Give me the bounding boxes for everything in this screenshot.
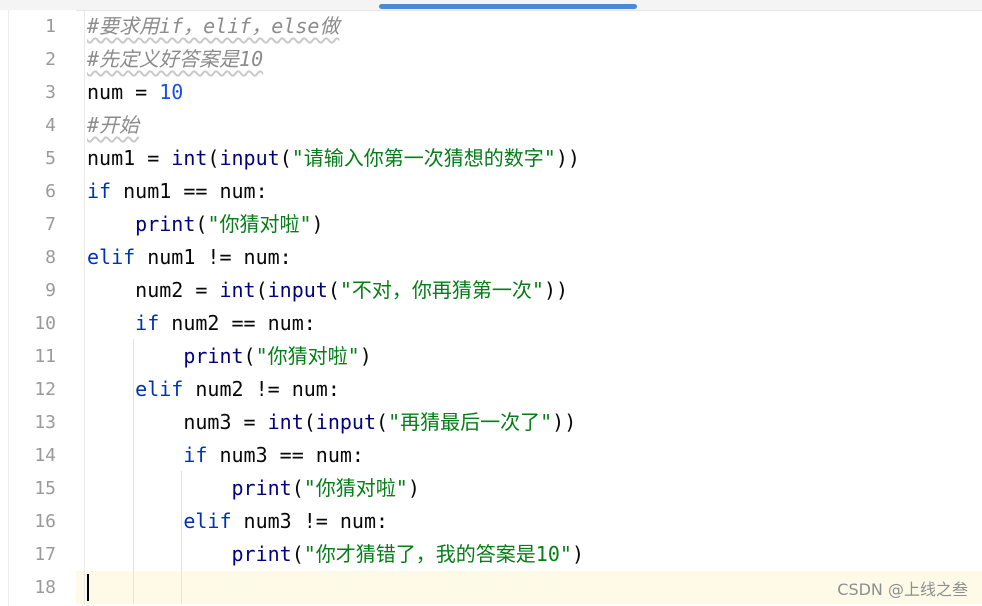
- code-line[interactable]: #要求用if，elif，else做: [87, 10, 339, 43]
- code-token: input: [315, 410, 377, 434]
- code-token: elif: [135, 377, 184, 401]
- text-caret: [87, 574, 89, 601]
- code-token: int: [171, 146, 208, 170]
- code-token: ): [407, 476, 420, 500]
- code-token: )): [552, 410, 577, 434]
- code-token: ): [359, 344, 372, 368]
- code-token: "你猜对啦": [255, 344, 360, 368]
- code-token: elif: [183, 509, 232, 533]
- code-token: print: [135, 212, 196, 236]
- code-token: if: [87, 179, 112, 203]
- code-token: )): [543, 278, 569, 302]
- code-token: "你猜对啦": [207, 212, 312, 236]
- code-line[interactable]: elif num3 != num:: [87, 505, 388, 538]
- code-token: #要求用if，elif，else做: [87, 14, 340, 38]
- code-token: #开始: [87, 113, 140, 137]
- code-token: "你才猜错了，我的答案是10": [303, 542, 572, 566]
- code-token: num1 != num:: [135, 245, 292, 269]
- code-line[interactable]: #先定义好答案是10: [87, 43, 263, 76]
- code-line[interactable]: print("你猜对啦"): [87, 208, 324, 241]
- code-token: #先定义好答案是10: [87, 47, 264, 71]
- code-token: num1 =: [87, 146, 172, 170]
- code-token: (: [303, 410, 316, 434]
- code-token: num3 == num:: [207, 443, 364, 467]
- gutter-border: [8, 10, 9, 606]
- code-token: 10: [159, 80, 184, 104]
- code-line[interactable]: num1 = int(input("请输入你第一次猜想的数字")): [87, 142, 580, 175]
- code-token: num3 != num:: [231, 509, 389, 533]
- code-token: num2 == num:: [159, 311, 316, 335]
- code-token: num2 != num:: [183, 377, 340, 401]
- code-token: int: [219, 278, 256, 302]
- code-token: "请输入你第一次猜想的数字": [291, 146, 556, 170]
- watermark: CSDN @上线之叁: [837, 580, 968, 599]
- code-token: (: [243, 344, 256, 368]
- code-line[interactable]: elif num1 != num:: [87, 241, 292, 274]
- code-line[interactable]: num2 = int(input("不对，你再猜第一次")): [87, 274, 568, 307]
- code-token: int: [267, 410, 304, 434]
- code-token: if: [183, 443, 208, 467]
- code-token: ): [571, 542, 584, 566]
- line-number-gutter[interactable]: 1 2 3 4 5 6 7 8 9 10 11 12 13 14 15 16 17 18: [0, 10, 76, 606]
- code-token: print: [183, 344, 244, 368]
- code-token: num2 =: [87, 278, 220, 302]
- code-line[interactable]: num3 = int(input("再猜最后一次了")): [87, 406, 576, 439]
- code-token: (: [279, 146, 292, 170]
- scrollbar-thumb[interactable]: [379, 4, 637, 9]
- gutter-separator: [84, 10, 85, 606]
- code-line[interactable]: if num2 == num:: [87, 307, 316, 340]
- code-token: "不对，你再猜第一次": [339, 278, 544, 302]
- code-token: (: [327, 278, 340, 302]
- code-line[interactable]: print("你猜对啦"): [87, 472, 420, 505]
- code-token: (: [255, 278, 268, 302]
- code-token: if: [135, 311, 160, 335]
- code-line[interactable]: if num3 == num:: [87, 439, 364, 472]
- code-token: num =: [87, 80, 160, 104]
- code-token: )): [555, 146, 580, 170]
- code-token: (: [195, 212, 208, 236]
- code-editor[interactable]: 1 2 3 4 5 6 7 8 9 10 11 12 13 14 15 16 17 18 #要求用if，elif，…: [0, 0, 982, 606]
- code-token: "你猜对啦": [303, 476, 408, 500]
- code-token: num3 =: [87, 410, 268, 434]
- code-token: (: [291, 542, 304, 566]
- code-line[interactable]: if num1 == num:: [87, 175, 268, 208]
- code-area[interactable]: #要求用if，elif，else做 #先定义好答案是10 num = 10 #开始 nu…: [87, 10, 982, 606]
- code-token: print: [231, 542, 292, 566]
- code-line[interactable]: print("你才猜错了，我的答案是10"): [87, 538, 584, 571]
- code-token: (: [207, 146, 220, 170]
- code-token: print: [231, 476, 292, 500]
- code-token: (: [376, 410, 389, 434]
- code-line[interactable]: elif num2 != num:: [87, 373, 340, 406]
- code-token: input: [267, 278, 328, 302]
- code-token: num1 == num:: [111, 179, 268, 203]
- code-token: elif: [87, 245, 136, 269]
- code-token: ): [311, 212, 324, 236]
- code-line[interactable]: num = 10: [87, 76, 183, 109]
- code-token: (: [291, 476, 304, 500]
- code-token: "再猜最后一次了": [388, 410, 553, 434]
- code-line[interactable]: #开始: [87, 109, 139, 142]
- code-token: input: [219, 146, 280, 170]
- code-line[interactable]: print("你猜对啦"): [87, 340, 372, 373]
